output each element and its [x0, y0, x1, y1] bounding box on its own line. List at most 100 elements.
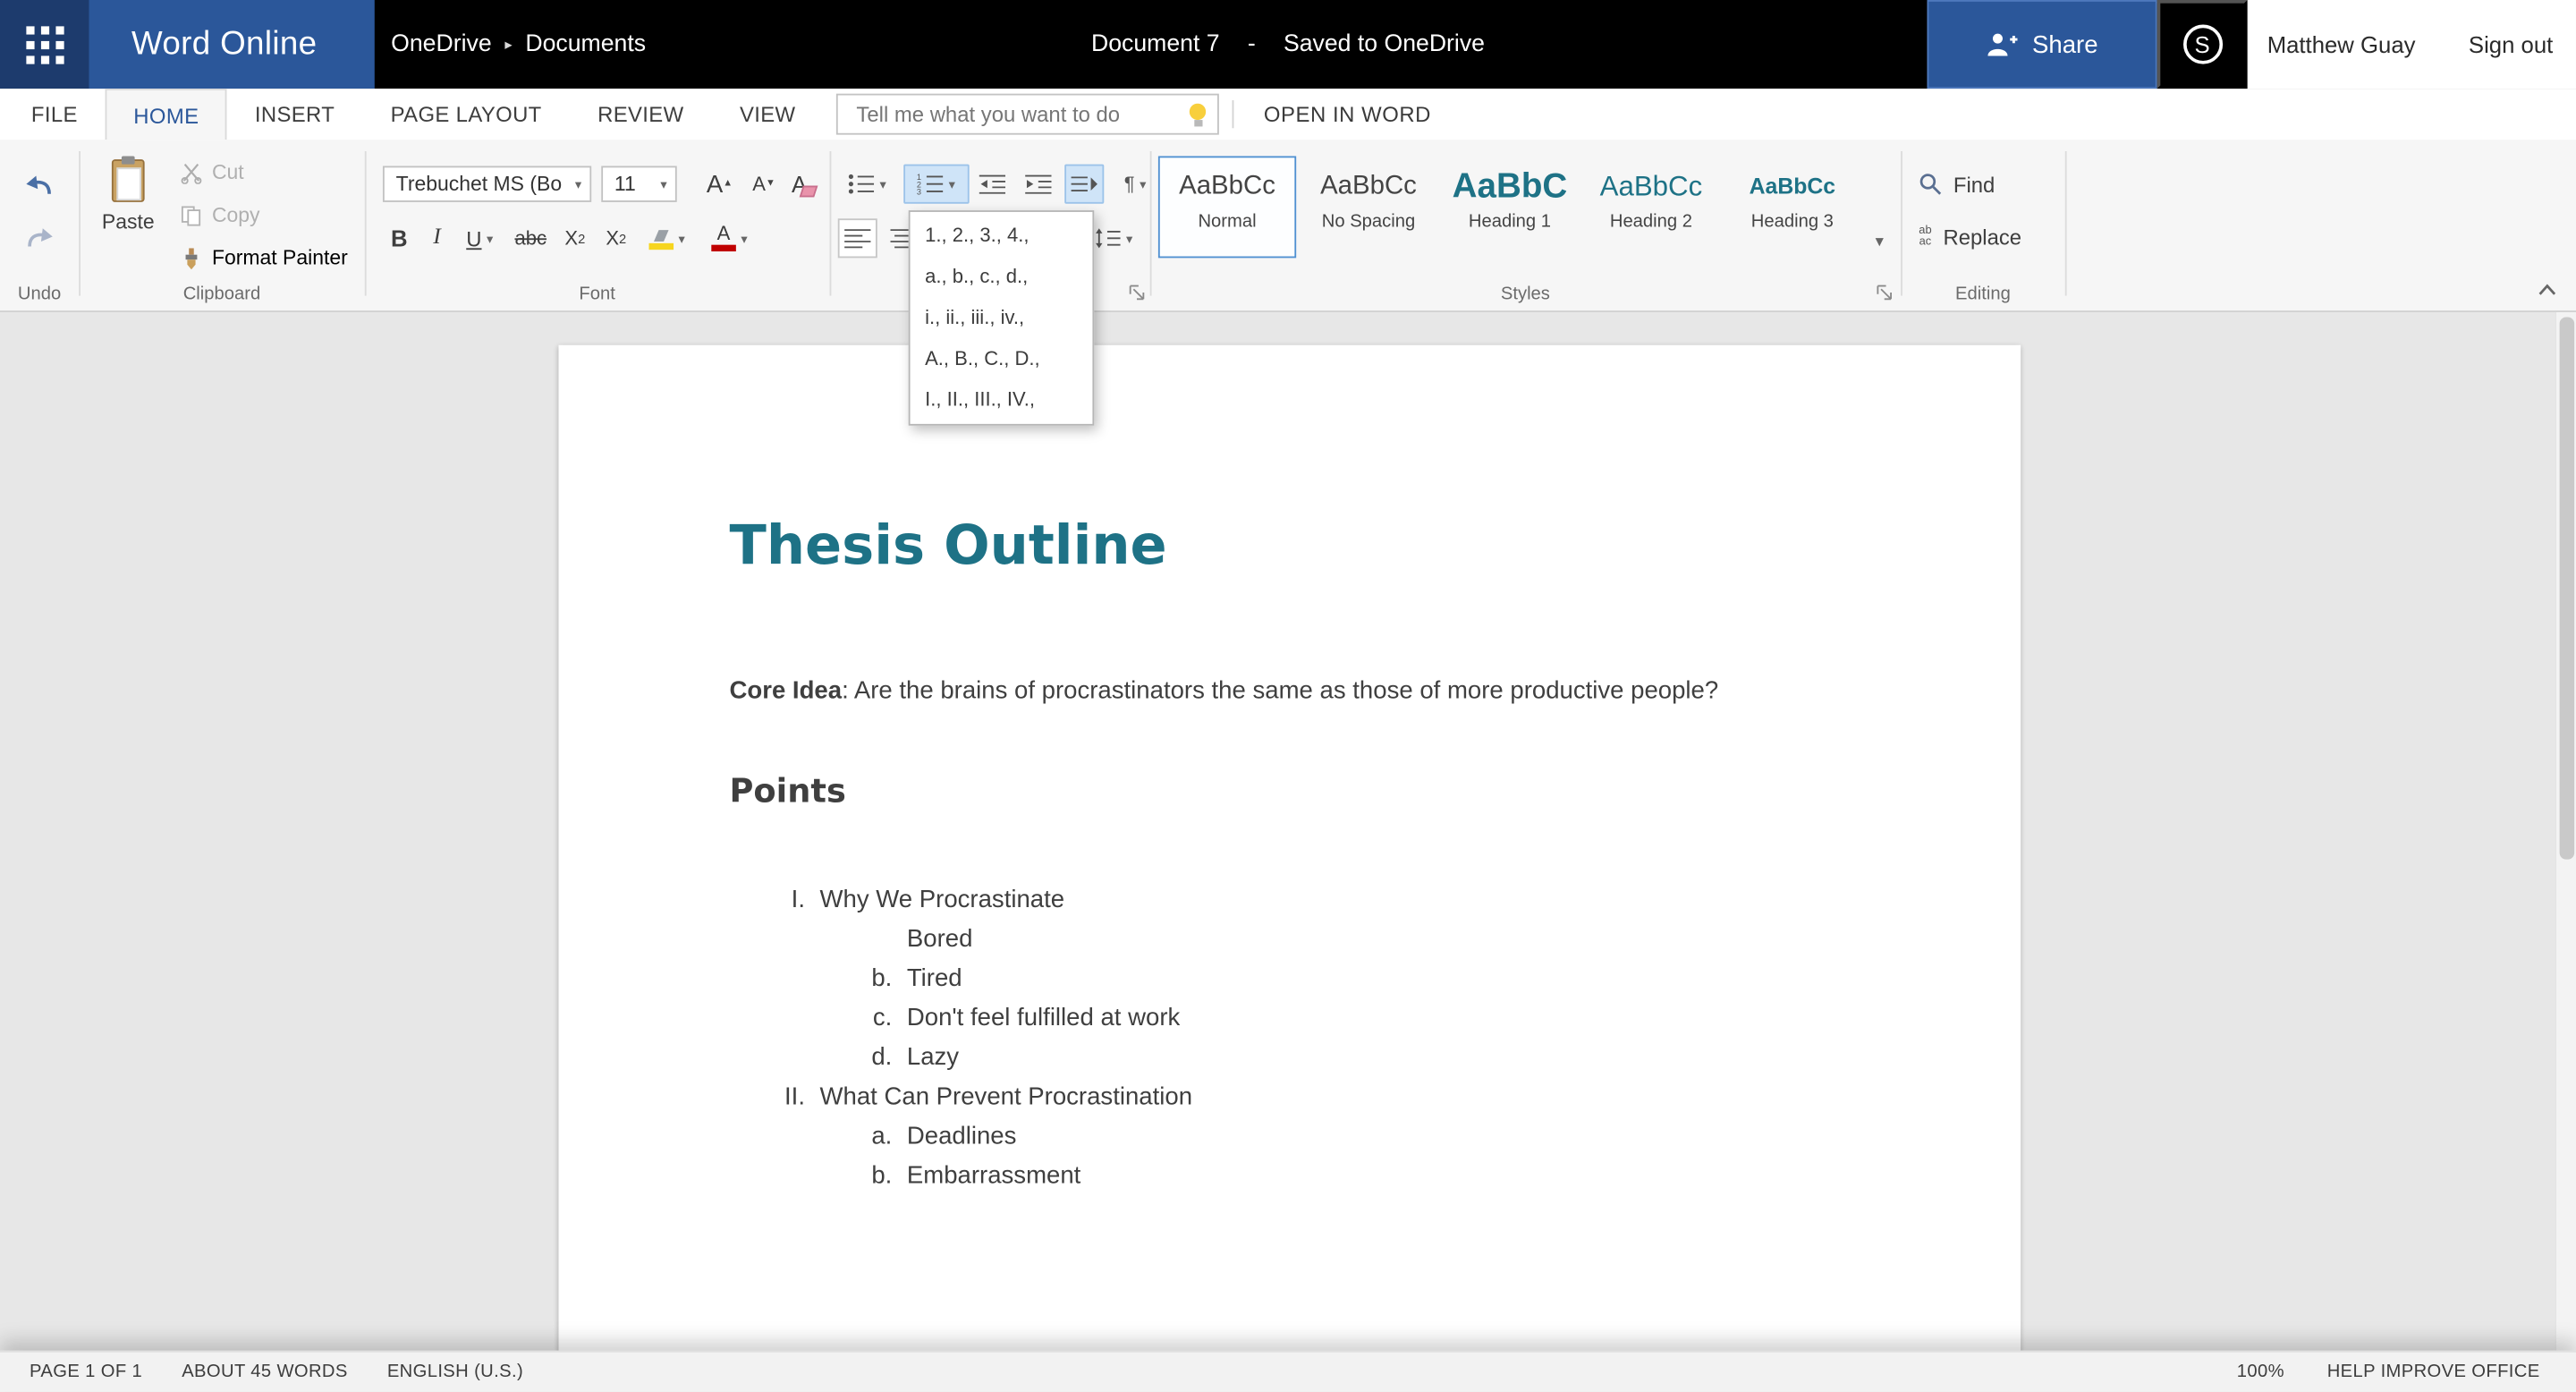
font-family-value: Trebuchet MS (Bo	[395, 172, 563, 196]
document-canvas[interactable]: Thesis Outline Core Idea: Are the brains…	[0, 311, 2576, 1351]
share-button[interactable]: Share	[1927, 0, 2157, 89]
document-title-bar: Document 7 - Saved to OneDrive	[1091, 0, 1485, 89]
tab-strip-divider	[1233, 100, 1234, 129]
tab-file[interactable]: FILE	[4, 89, 106, 140]
numbering-option-upper-alpha[interactable]: A., B., C., D.,	[911, 338, 1093, 379]
numbering-button[interactable]: 1 2 3 ▾	[903, 164, 970, 204]
numbering-option-lower-roman[interactable]: i., ii., iii., iv.,	[911, 297, 1093, 338]
user-name[interactable]: Matthew Guay	[2267, 31, 2416, 57]
breadcrumb-onedrive[interactable]: OneDrive	[391, 31, 491, 57]
numbering-format-menu: 1., 2., 3., 4., a., b., c., d., i., ii.,…	[908, 210, 1095, 426]
outline-item[interactable]: a. Deadlines	[730, 1117, 1851, 1157]
doc-core-idea[interactable]: Core Idea: Are the brains of procrastina…	[730, 672, 1851, 709]
font-family-select[interactable]: Trebuchet MS (Bo ▾	[382, 166, 592, 202]
brand-logo[interactable]: Word Online	[89, 0, 375, 89]
shrink-font-button[interactable]: A ▼	[744, 166, 784, 202]
status-bar: PAGE 1 OF 1 ABOUT 45 WORDS ENGLISH (U.S.…	[0, 1350, 2576, 1392]
outline-item[interactable]: d. Lazy	[730, 1039, 1851, 1078]
tab-home[interactable]: HOME	[106, 89, 227, 140]
style-preview: AaBbCc	[1320, 172, 1417, 201]
outline-item[interactable]: I. Why We Procrastinate	[730, 880, 1851, 920]
tab-review[interactable]: REVIEW	[570, 89, 712, 140]
chevron-down-icon: ▾	[660, 176, 667, 191]
align-left-button[interactable]	[837, 218, 877, 259]
page-indicator: PAGE 1 OF 1	[30, 1362, 143, 1382]
style-heading-2[interactable]: AaBbCc Heading 2	[1582, 156, 1720, 258]
find-label: Find	[1953, 171, 1996, 197]
ltr-direction-button[interactable]	[1064, 164, 1105, 204]
word-count[interactable]: ABOUT 45 WORDS	[182, 1362, 348, 1382]
align-left-icon	[844, 229, 871, 249]
open-in-word-button[interactable]: OPEN IN WORD	[1248, 102, 1448, 127]
help-improve-office-link[interactable]: HELP IMPROVE OFFICE	[2327, 1362, 2540, 1382]
highlight-icon	[648, 226, 674, 250]
italic-button[interactable]: I	[422, 218, 452, 258]
style-heading-3[interactable]: AaBbCc Heading 3	[1724, 156, 1861, 258]
font-color-button[interactable]: A ▾	[703, 218, 756, 258]
undo-button[interactable]	[13, 166, 66, 206]
outline-item[interactable]: c. Don't feel fulfilled at work	[730, 999, 1851, 1039]
outline-item[interactable]: II. What Can Prevent Procrastination	[730, 1078, 1851, 1117]
sign-out-link[interactable]: Sign out	[2469, 31, 2553, 57]
outline-item[interactable]: b. Embarrassment	[730, 1157, 1851, 1196]
top-bar: Word Online OneDrive ▸ Documents Documen…	[0, 0, 2576, 89]
svg-text:3: 3	[918, 188, 922, 196]
doc-title[interactable]: Thesis Outline	[730, 513, 1851, 578]
group-divider	[79, 150, 80, 296]
style-normal[interactable]: AaBbCc Normal	[1157, 156, 1297, 259]
clear-formatting-button[interactable]: A	[787, 166, 826, 202]
redo-button[interactable]	[13, 218, 66, 258]
subscript-button[interactable]: X2	[557, 218, 593, 258]
replace-label: Replace	[1943, 224, 2022, 250]
tell-me-input[interactable]	[852, 100, 1189, 129]
copy-button[interactable]: Copy	[181, 199, 260, 232]
outline-item[interactable]: Bored	[730, 921, 1851, 960]
format-painter-button[interactable]: Format Painter	[181, 242, 348, 275]
style-heading-1[interactable]: AaBbC Heading 1	[1441, 156, 1579, 258]
clipboard-group-label: Clipboard	[182, 284, 261, 304]
cut-button[interactable]: Cut	[181, 156, 244, 189]
vertical-scrollbar[interactable]	[2555, 311, 2576, 1351]
styles-gallery-more-button[interactable]: ▾	[1867, 228, 1893, 254]
grow-font-button[interactable]: A ▲	[699, 166, 739, 202]
font-color-icon: A	[711, 224, 736, 252]
app-launcher-button[interactable]	[0, 0, 89, 89]
numbering-option-decimal[interactable]: 1., 2., 3., 4.,	[911, 216, 1093, 257]
numbering-option-upper-roman[interactable]: I., II., III., IV.,	[911, 379, 1093, 420]
font-size-select[interactable]: 11 ▾	[601, 166, 677, 202]
scrollbar-thumb[interactable]	[2559, 317, 2575, 860]
increase-indent-button[interactable]	[1019, 165, 1058, 204]
chevron-down-icon: ▾	[574, 176, 582, 191]
bullets-button[interactable]: ▾	[835, 165, 900, 204]
decrease-indent-button[interactable]	[972, 165, 1012, 204]
rtl-direction-button[interactable]: ¶ ▾	[1111, 165, 1160, 204]
tab-page-layout[interactable]: PAGE LAYOUT	[362, 89, 569, 140]
skype-button[interactable]: S	[2157, 0, 2248, 89]
breadcrumb-documents[interactable]: Documents	[525, 31, 646, 57]
style-preview: AaBbCc	[1179, 172, 1275, 201]
outline-item[interactable]: b. Tired	[730, 960, 1851, 999]
replace-button[interactable]: ab ac Replace	[1919, 218, 2021, 254]
numbering-option-lower-alpha[interactable]: a., b., c., d.,	[911, 257, 1093, 298]
document-page[interactable]: Thesis Outline Core Idea: Are the brains…	[558, 344, 2021, 1351]
paste-button[interactable]: Paste	[94, 156, 163, 254]
underline-button[interactable]: U ▾	[457, 218, 503, 258]
app-launcher-icon	[25, 25, 64, 64]
superscript-button[interactable]: X2	[598, 218, 634, 258]
scissors-icon	[181, 163, 202, 183]
language-indicator[interactable]: ENGLISH (U.S.)	[387, 1362, 523, 1382]
bold-button[interactable]: B	[381, 218, 417, 258]
style-name: Heading 2	[1609, 211, 1692, 232]
document-name[interactable]: Document 7	[1091, 31, 1220, 57]
copy-icon	[181, 205, 201, 225]
replace-icon: ab ac	[1919, 225, 1932, 249]
tab-insert[interactable]: INSERT	[227, 89, 363, 140]
style-no-spacing[interactable]: AaBbCc No Spacing	[1300, 156, 1437, 258]
collapse-ribbon-button[interactable]	[2530, 275, 2563, 304]
strikethrough-button[interactable]: abc	[509, 218, 552, 258]
doc-points-heading[interactable]: Points	[730, 769, 1851, 812]
zoom-level[interactable]: 100%	[2237, 1362, 2284, 1382]
tab-view[interactable]: VIEW	[712, 89, 824, 140]
find-button[interactable]: Find	[1919, 166, 1995, 202]
highlight-color-button[interactable]: ▾	[640, 218, 693, 258]
